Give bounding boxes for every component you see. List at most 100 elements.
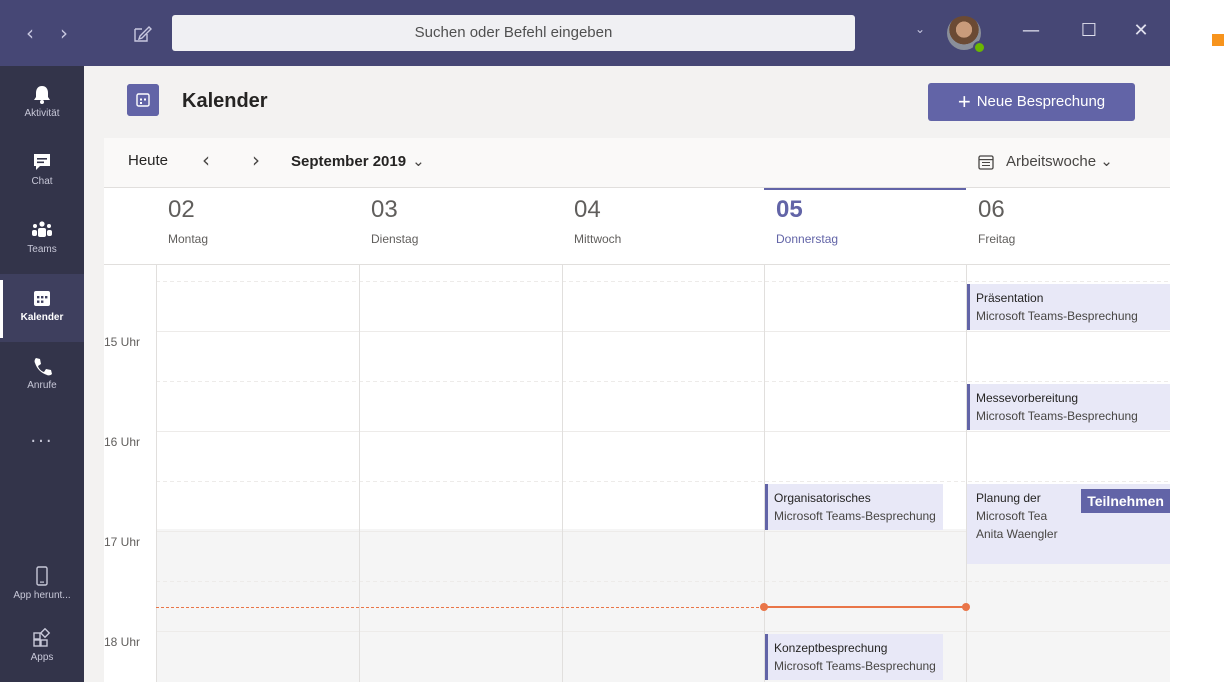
day-header-montag[interactable]: 02 Montag bbox=[156, 188, 359, 264]
column-divider bbox=[764, 265, 765, 682]
rail-item-teams[interactable]: Teams bbox=[0, 206, 84, 274]
column-divider bbox=[156, 265, 157, 682]
presence-available-icon bbox=[973, 41, 986, 54]
rail-item-aktivitaet[interactable]: Aktivität bbox=[0, 70, 84, 138]
compose-icon[interactable] bbox=[132, 24, 152, 44]
time-label: 17 Uhr bbox=[104, 535, 141, 549]
rail-label: Anrufe bbox=[27, 380, 57, 391]
chevron-down-icon[interactable]: ⌄ bbox=[915, 22, 925, 36]
time-label: 15 Uhr bbox=[104, 335, 141, 349]
time-label: 18 Uhr bbox=[104, 635, 141, 649]
month-picker[interactable]: September 2019 ⌄ bbox=[291, 152, 425, 170]
column-divider bbox=[359, 265, 360, 682]
title-bar: ‹ › Suchen oder Befehl eingeben ⌄ — ☐ ✕ bbox=[0, 0, 1170, 66]
view-switcher[interactable]: Arbeitswoche ⌄ bbox=[1006, 152, 1113, 170]
current-time-line-dashed bbox=[156, 607, 764, 608]
day-number: 04 bbox=[574, 196, 601, 223]
current-time-dot bbox=[962, 603, 970, 611]
day-header-dienstag[interactable]: 03 Dienstag bbox=[359, 188, 562, 264]
today-button[interactable]: Heute bbox=[128, 152, 168, 169]
calendar-event-tentative[interactable]: Planung der Microsoft Tea Anita Waengler… bbox=[967, 484, 1170, 564]
hour-line bbox=[156, 331, 1170, 332]
current-time-line bbox=[764, 606, 966, 608]
page-title: Kalender bbox=[182, 90, 268, 112]
rail-item-chat[interactable]: Chat bbox=[0, 138, 84, 206]
day-number: 05 bbox=[776, 196, 803, 223]
calendar-grid[interactable]: 15 Uhr 16 Uhr 17 Uhr 18 Uhr Präsentation… bbox=[104, 264, 1170, 682]
plus-icon: + bbox=[957, 89, 971, 114]
rail-item-apps[interactable]: Apps bbox=[0, 614, 84, 682]
forward-icon[interactable]: › bbox=[60, 20, 68, 46]
calendar-view-icon[interactable] bbox=[977, 153, 995, 171]
day-number: 06 bbox=[978, 196, 1005, 223]
rail-item-download-app[interactable]: App herunt... bbox=[0, 552, 84, 620]
event-subtitle: Microsoft Teams-Besprechung bbox=[774, 659, 936, 673]
current-time-dot bbox=[760, 603, 768, 611]
event-title: Organisatorisches bbox=[774, 491, 871, 505]
calendar-toolbar: Heute ‹ › September 2019 ⌄ Arbeitswoche ⌄ bbox=[104, 138, 1170, 188]
rail-label: Kalender bbox=[20, 312, 64, 323]
calendar-event[interactable]: Organisatorisches Microsoft Teams-Bespre… bbox=[765, 484, 943, 530]
chevron-down-icon: ⌄ bbox=[412, 153, 425, 170]
rail-label: Teams bbox=[27, 244, 57, 255]
day-header-freitag[interactable]: 06 Freitag bbox=[966, 188, 1170, 264]
join-button[interactable]: Teilnehmen bbox=[1081, 489, 1170, 513]
apps-icon bbox=[33, 628, 51, 647]
minimize-button[interactable]: — bbox=[1016, 18, 1046, 44]
rail-label: Apps bbox=[30, 652, 54, 663]
calendar-event[interactable]: Messevorbereitung Microsoft Teams-Bespre… bbox=[967, 384, 1170, 430]
event-subtitle: Microsoft Teams-Besprechung bbox=[774, 509, 936, 523]
search-input[interactable]: Suchen oder Befehl eingeben bbox=[172, 15, 855, 51]
calendar-header: Kalender + Neue Besprechung bbox=[104, 66, 1170, 138]
chat-icon bbox=[34, 154, 50, 170]
event-subtitle: Microsoft Teams-Besprechung bbox=[976, 409, 1138, 423]
chevron-left-icon[interactable]: ‹ bbox=[202, 148, 210, 172]
day-number: 02 bbox=[168, 196, 195, 223]
mobile-device-icon bbox=[36, 566, 48, 586]
event-organizer: Anita Waengler bbox=[976, 527, 1058, 541]
half-hour-line bbox=[156, 581, 1170, 582]
day-name: Freitag bbox=[978, 232, 1016, 246]
time-label: 16 Uhr bbox=[104, 435, 141, 449]
rail-label: App herunt... bbox=[13, 590, 71, 601]
more-apps-icon[interactable]: ... bbox=[0, 426, 84, 447]
chevron-right-icon[interactable]: › bbox=[252, 148, 260, 172]
calendar-icon bbox=[34, 291, 50, 306]
column-divider bbox=[562, 265, 563, 682]
day-name: Dienstag bbox=[371, 232, 419, 246]
calendar-event[interactable]: Präsentation Microsoft Teams-Besprechung bbox=[967, 284, 1170, 330]
event-title: Konzeptbesprechung bbox=[774, 641, 888, 655]
rail-label: Aktivität bbox=[24, 108, 60, 119]
event-title: Messevorbereitung bbox=[976, 391, 1079, 405]
half-hour-line bbox=[156, 381, 1170, 382]
bell-icon bbox=[34, 86, 50, 104]
month-label: September 2019 bbox=[291, 153, 407, 170]
day-name: Mittwoch bbox=[574, 232, 622, 246]
rail-label: Chat bbox=[31, 176, 53, 187]
day-name: Montag bbox=[168, 232, 209, 246]
orange-marker bbox=[1212, 34, 1224, 46]
day-name: Donnerstag bbox=[776, 232, 839, 246]
chevron-down-icon: ⌄ bbox=[1100, 153, 1113, 170]
teams-window: ‹ › Suchen oder Befehl eingeben ⌄ — ☐ ✕ … bbox=[0, 0, 1170, 682]
phone-icon bbox=[34, 358, 52, 376]
teams-icon bbox=[32, 221, 52, 237]
view-label: Arbeitswoche bbox=[1006, 153, 1097, 170]
new-meeting-label: Neue Besprechung bbox=[976, 93, 1106, 110]
calendar-event[interactable]: Konzeptbesprechung Microsoft Teams-Bespr… bbox=[765, 634, 943, 680]
rail-item-kalender[interactable]: Kalender bbox=[0, 274, 84, 342]
new-meeting-button[interactable]: + Neue Besprechung bbox=[928, 83, 1135, 121]
calendar-main: Kalender + Neue Besprechung Heute ‹ › Sep… bbox=[104, 66, 1170, 682]
day-header-mittwoch[interactable]: 04 Mittwoch bbox=[562, 188, 764, 264]
event-subtitle: Microsoft Teams-Besprechung bbox=[976, 309, 1138, 323]
event-title: Präsentation bbox=[976, 291, 1044, 305]
rail-item-anrufe[interactable]: Anrufe bbox=[0, 342, 84, 410]
half-hour-line bbox=[156, 481, 1170, 482]
day-number: 03 bbox=[371, 196, 398, 223]
half-hour-line bbox=[156, 281, 1170, 282]
day-header-donnerstag[interactable]: 05 Donnerstag bbox=[764, 188, 966, 264]
back-icon[interactable]: ‹ bbox=[26, 20, 34, 46]
hour-line bbox=[156, 431, 1170, 432]
maximize-button[interactable]: ☐ bbox=[1074, 18, 1104, 44]
close-button[interactable]: ✕ bbox=[1126, 18, 1156, 44]
